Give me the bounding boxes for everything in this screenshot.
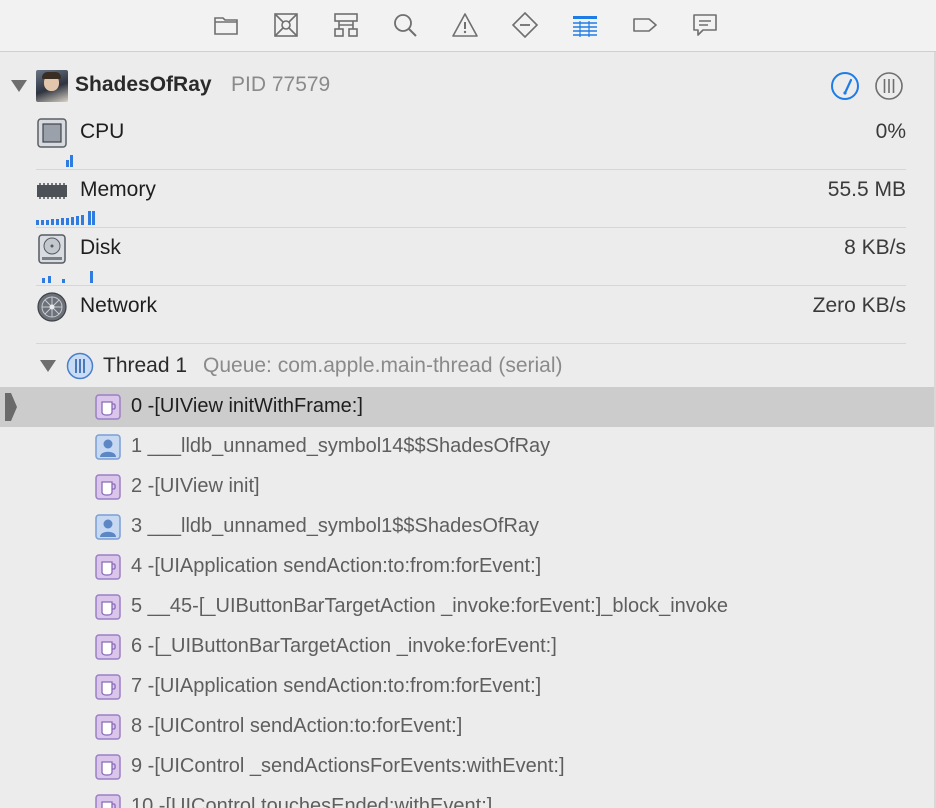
process-name: ShadesOfRay [75,73,212,96]
gauge-row-cpu[interactable]: CPU 0% [36,112,906,170]
framework-mug-icon [95,794,121,808]
framework-mug-icon [95,754,121,780]
stack-frame-row[interactable]: 8 -[UIControl sendAction:to:forEvent:] [0,707,934,747]
search-icon [394,14,417,37]
report-navigator-button[interactable] [690,10,720,40]
folder-icon [214,17,238,35]
thread-icon [66,352,94,380]
gauge-value: 8 KB/s [844,236,906,259]
gauge-value: 55.5 MB [827,178,906,201]
framework-mug-icon [95,714,121,740]
disclosure-triangle-icon[interactable] [40,360,56,372]
framework-mug-icon [95,554,121,580]
stack-frame-label: 10 -[UIControl touchesEnded:withEvent:] [131,795,493,808]
process-row[interactable]: ShadesOfRay PID 77579 [0,60,934,110]
stack-frame-row[interactable]: 10 -[UIControl touchesEnded:withEvent:] [0,787,934,808]
issue-navigator-button[interactable] [450,10,480,40]
stack-frame-label: 5 __45-[_UIButtonBarTargetAction _invoke… [131,595,729,617]
framework-mug-icon [95,674,121,700]
diamond-minus-icon [511,11,539,39]
stack-frame-row[interactable]: 5 __45-[_UIButtonBarTargetAction _invoke… [0,587,934,627]
stack-frame-label: 8 -[UIControl sendAction:to:forEvent:] [131,715,463,737]
framework-mug-icon [95,594,121,620]
memory-icon [36,175,68,207]
framework-mug-icon [95,474,121,500]
find-navigator-button[interactable] [390,10,420,40]
stack-frame-row[interactable]: 1 ___lldb_unnamed_symbol14$$ShadesOfRay [0,427,934,467]
process-pid: PID 77579 [231,73,331,96]
gauge-icon [831,72,859,100]
stack-frame-row[interactable]: 7 -[UIApplication sendAction:to:from:for… [0,667,934,707]
threads-icon [875,72,903,100]
thread-name: Thread 1 [103,354,188,377]
stack-frame-list: 0 -[UIView initWithFrame:] 1 ___lldb_unna… [0,387,934,808]
current-frame-marker-icon [4,392,18,422]
stack-frame-row[interactable]: 6 -[_UIButtonBarTargetAction _invoke:for… [0,627,934,667]
disk-icon [36,233,68,265]
navigator-toolbar [0,0,936,52]
gauge-label: Memory [80,178,156,201]
source-control-icon [274,13,298,37]
gauge-label: CPU [80,120,125,143]
hierarchy-icon [334,13,358,37]
debug-gauges-button[interactable] [830,71,860,101]
gauge-label: Disk [80,236,121,259]
disclosure-triangle-icon[interactable] [11,80,27,92]
cpu-icon [36,117,68,149]
thread-row[interactable]: Thread 1 Queue: com.apple.main-thread (s… [0,346,934,386]
framework-mug-icon [95,634,121,660]
breakpoint-tag-icon [633,18,657,32]
memory-sparkline [36,211,116,225]
stack-frame-row[interactable]: 9 -[UIControl _sendActionsForEvents:with… [0,747,934,787]
symbol-navigator-button[interactable] [331,10,361,40]
stack-frame-row[interactable]: 0 -[UIView initWithFrame:] [0,387,934,427]
framework-mug-icon [95,394,121,420]
breakpoint-navigator-button[interactable] [630,10,660,40]
test-navigator-button[interactable] [510,10,540,40]
user-code-icon [95,434,121,460]
gauge-row-network[interactable]: Network Zero KB/s [36,286,906,344]
debug-navigator-button[interactable] [570,10,600,40]
stack-frame-label: 9 -[UIControl _sendActionsForEvents:with… [131,755,565,777]
warning-icon [452,13,478,37]
network-icon [36,291,68,323]
report-bubble-icon [693,14,717,36]
gauge-row-memory[interactable]: Memory 55.5 MB [36,170,906,228]
thread-queue: Queue: com.apple.main-thread (serial) [203,354,563,377]
cpu-sparkline [36,153,116,167]
gauge-value: 0% [875,120,906,143]
stack-frame-label: 3 ___lldb_unnamed_symbol1$$ShadesOfRay [131,515,540,537]
stack-frame-label: 1 ___lldb_unnamed_symbol14$$ShadesOfRay [131,435,551,457]
gauge-row-disk[interactable]: Disk 8 KB/s [36,228,906,286]
stack-frame-label: 4 -[UIApplication sendAction:to:from:for… [131,555,542,577]
stack-frame-label: 7 -[UIApplication sendAction:to:from:for… [131,675,542,697]
process-options-button[interactable] [874,71,904,101]
stack-frame-label: 0 -[UIView initWithFrame:] [131,395,363,417]
app-icon [36,70,68,102]
stack-frame-label: 2 -[UIView init] [131,475,260,497]
project-navigator-button[interactable] [211,10,241,40]
stack-frame-label: 6 -[_UIButtonBarTargetAction _invoke:for… [131,635,557,657]
gauge-label: Network [80,294,158,317]
user-code-icon [95,514,121,540]
debug-list-icon [573,16,597,37]
gauge-value: Zero KB/s [812,294,906,317]
stack-frame-row[interactable]: 3 ___lldb_unnamed_symbol1$$ShadesOfRay [0,507,934,547]
disk-sparkline [36,269,116,283]
stack-frame-row[interactable]: 2 -[UIView init] [0,467,934,507]
source-control-navigator-button[interactable] [271,10,301,40]
stack-frame-row[interactable]: 4 -[UIApplication sendAction:to:from:for… [0,547,934,587]
